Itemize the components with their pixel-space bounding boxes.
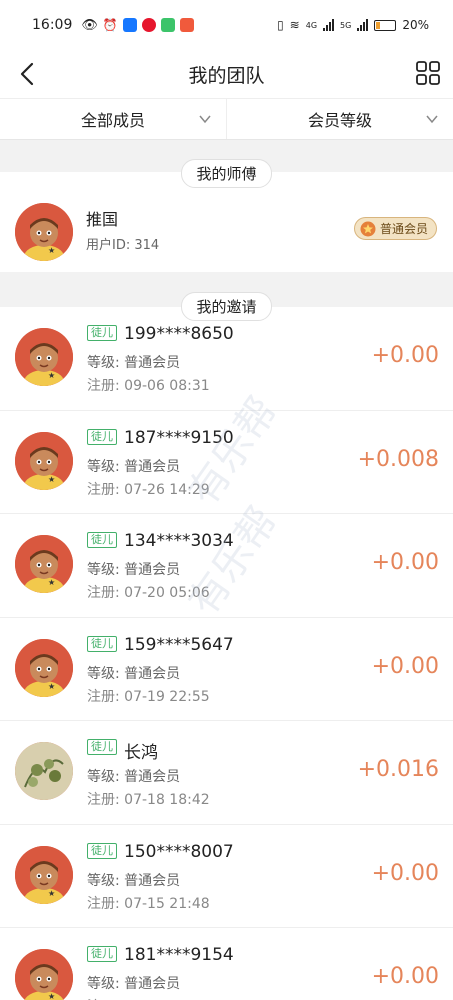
member-registered: 注册: 07-26 14:29 xyxy=(87,481,210,498)
network-label-2: 5G xyxy=(340,20,352,30)
list-item[interactable]: ★ 徒儿 159****5647 等级: 普通会员注册: 07-19 22:55 +0.… xyxy=(0,618,453,721)
member-registered: 注册: 09-06 08:31 xyxy=(87,378,210,394)
list-item[interactable]: ★ 徒儿 181****9154 等级: 普通会员注册: 07-13 15:23 +0.… xyxy=(0,928,453,1000)
network-label-1: 4G xyxy=(305,20,318,30)
member-name: 187****9150 xyxy=(124,427,234,448)
member-name: 长鸿 xyxy=(124,743,158,763)
member-name: 181****9154 xyxy=(124,945,234,965)
member-level: 等级: 普通会员 xyxy=(87,355,181,371)
master-section-heading: 我的师傅 xyxy=(0,159,453,188)
avatar: ★ xyxy=(15,638,73,697)
member-name: 150****8007 xyxy=(124,841,234,862)
list-item[interactable]: ★ 徒儿 134****3034 等级: 普通会员注册: 07-20 05:06 +0.… xyxy=(0,514,453,618)
avatar: ★ xyxy=(15,203,73,261)
svg-text:★: ★ xyxy=(48,371,55,380)
disciple-tag: 徒儿 xyxy=(87,842,117,859)
member-earnings: +0.00 xyxy=(371,550,439,575)
team-page: 16:09 👁 ⏰ ▯ ≋ 4G 5G 20% 我的团队 全部成员 会员等级 ★… xyxy=(0,0,453,1000)
alarm-icon: ⏰ xyxy=(102,18,118,32)
member-earnings: +0.00 xyxy=(371,653,439,679)
disciple-tag: 徒儿 xyxy=(87,428,117,445)
svg-text:★: ★ xyxy=(48,889,55,898)
app-header: 我的团队 xyxy=(0,50,453,98)
member-level-filter[interactable]: 会员等级 xyxy=(226,99,453,139)
member-earnings: +0.00 xyxy=(371,343,439,368)
avatar: ★ xyxy=(15,949,73,1000)
member-level: 等级: 普通会员 xyxy=(87,976,181,992)
invite-section-heading: 我的邀请 xyxy=(0,292,453,321)
member-name: 199****8650 xyxy=(124,324,234,344)
invite-list: ★ 徒儿 199****8650 等级: 普通会员 注册: 09-06 08:31 +0.… xyxy=(0,307,453,1000)
chevron-down-icon xyxy=(199,115,211,124)
member-name: 134****3034 xyxy=(124,531,234,551)
svg-text:★: ★ xyxy=(48,246,55,255)
member-level: 等级: 普通会员 xyxy=(87,872,181,889)
status-time: 16:09 xyxy=(32,17,73,33)
red-app-icon xyxy=(179,18,194,32)
avatar: ★ xyxy=(15,328,73,386)
svg-text:★: ★ xyxy=(48,578,55,587)
avatar xyxy=(15,742,73,800)
avatar: ★ xyxy=(15,431,73,490)
list-item[interactable]: ★ 徒儿 150****8007 等级: 普通会员注册: 07-15 21:48 +0.… xyxy=(0,825,453,928)
signal-icon xyxy=(357,19,369,31)
status-badge: 普通会员 xyxy=(353,217,437,240)
disciple-tag: 徒儿 xyxy=(87,946,117,962)
chevron-down-icon xyxy=(426,115,438,124)
grid-icon[interactable] xyxy=(415,60,441,86)
avatar: ★ xyxy=(15,845,73,904)
weibo-app-icon xyxy=(141,18,156,32)
list-item[interactable]: 徒儿 长鸿等级: 普通会员注册: 07-18 18:42 +0.016 xyxy=(0,721,453,825)
invite-heading-pill: 我的邀请 xyxy=(181,292,272,321)
avatar: ★ xyxy=(15,535,73,593)
member-earnings: +0.00 xyxy=(371,860,439,886)
filter-bar: 全部成员 会员等级 xyxy=(0,98,453,140)
disciple-tag: 徒儿 xyxy=(87,635,117,652)
svg-text:★: ★ xyxy=(48,475,55,484)
disciple-tag: 徒儿 xyxy=(87,325,117,341)
member-level: 等级: 普通会员 xyxy=(87,562,181,578)
all-members-filter-label: 全部成员 xyxy=(80,111,145,130)
member-level-filter-label: 会员等级 xyxy=(307,111,372,130)
alipay-app-icon xyxy=(122,18,137,32)
member-earnings: +0.00 xyxy=(371,964,439,989)
disciple-tag: 徒儿 xyxy=(87,739,117,755)
star-icon xyxy=(360,221,376,236)
all-members-filter[interactable]: 全部成员 xyxy=(0,99,226,139)
master-heading-pill: 我的师傅 xyxy=(181,159,272,188)
member-level: 等级: 普通会员 xyxy=(87,769,181,785)
member-registered: 注册: 07-18 18:42 xyxy=(87,792,210,808)
chevron-left-icon[interactable] xyxy=(14,60,42,88)
wifi-icon: ≋ xyxy=(289,18,300,32)
master-user-id: 用户ID: 314 xyxy=(86,238,160,253)
svg-text:★: ★ xyxy=(48,992,55,1000)
member-registered: 注册: 07-15 21:48 xyxy=(87,895,210,912)
member-earnings: +0.008 xyxy=(357,446,439,472)
member-earnings: +0.016 xyxy=(357,757,439,782)
green-app-icon xyxy=(160,18,175,32)
page-title: 我的团队 xyxy=(188,64,265,87)
status-badge-label: 普通会员 xyxy=(379,222,428,236)
member-level: 等级: 普通会员 xyxy=(87,458,181,475)
list-item[interactable]: ★ 徒儿 199****8650 等级: 普通会员注册: 09-06 08:31 +0.… xyxy=(0,307,453,411)
list-item[interactable]: ★ 徒儿 187****9150 等级: 普通会员注册: 07-26 14:29 +0.… xyxy=(0,411,453,514)
battery-percent: 20% xyxy=(402,18,429,32)
eye-icon: 👁 xyxy=(81,17,98,33)
vibrate-icon: ▯ xyxy=(277,18,284,32)
battery-icon xyxy=(374,19,397,31)
member-registered: 注册: 07-20 05:06 xyxy=(87,585,210,601)
member-level: 等级: 普通会员 xyxy=(87,665,181,682)
member-registered: 注册: 07-13 15:23 xyxy=(87,996,210,1000)
member-registered: 注册: 07-19 22:55 xyxy=(87,688,210,705)
status-bar: 16:09 👁 ⏰ ▯ ≋ 4G 5G 20% xyxy=(0,0,453,50)
master-name: 推国 xyxy=(86,210,119,229)
svg-text:★: ★ xyxy=(48,682,55,691)
signal-icon xyxy=(323,19,335,31)
member-name: 159****5647 xyxy=(124,634,234,655)
disciple-tag: 徒儿 xyxy=(87,532,117,548)
